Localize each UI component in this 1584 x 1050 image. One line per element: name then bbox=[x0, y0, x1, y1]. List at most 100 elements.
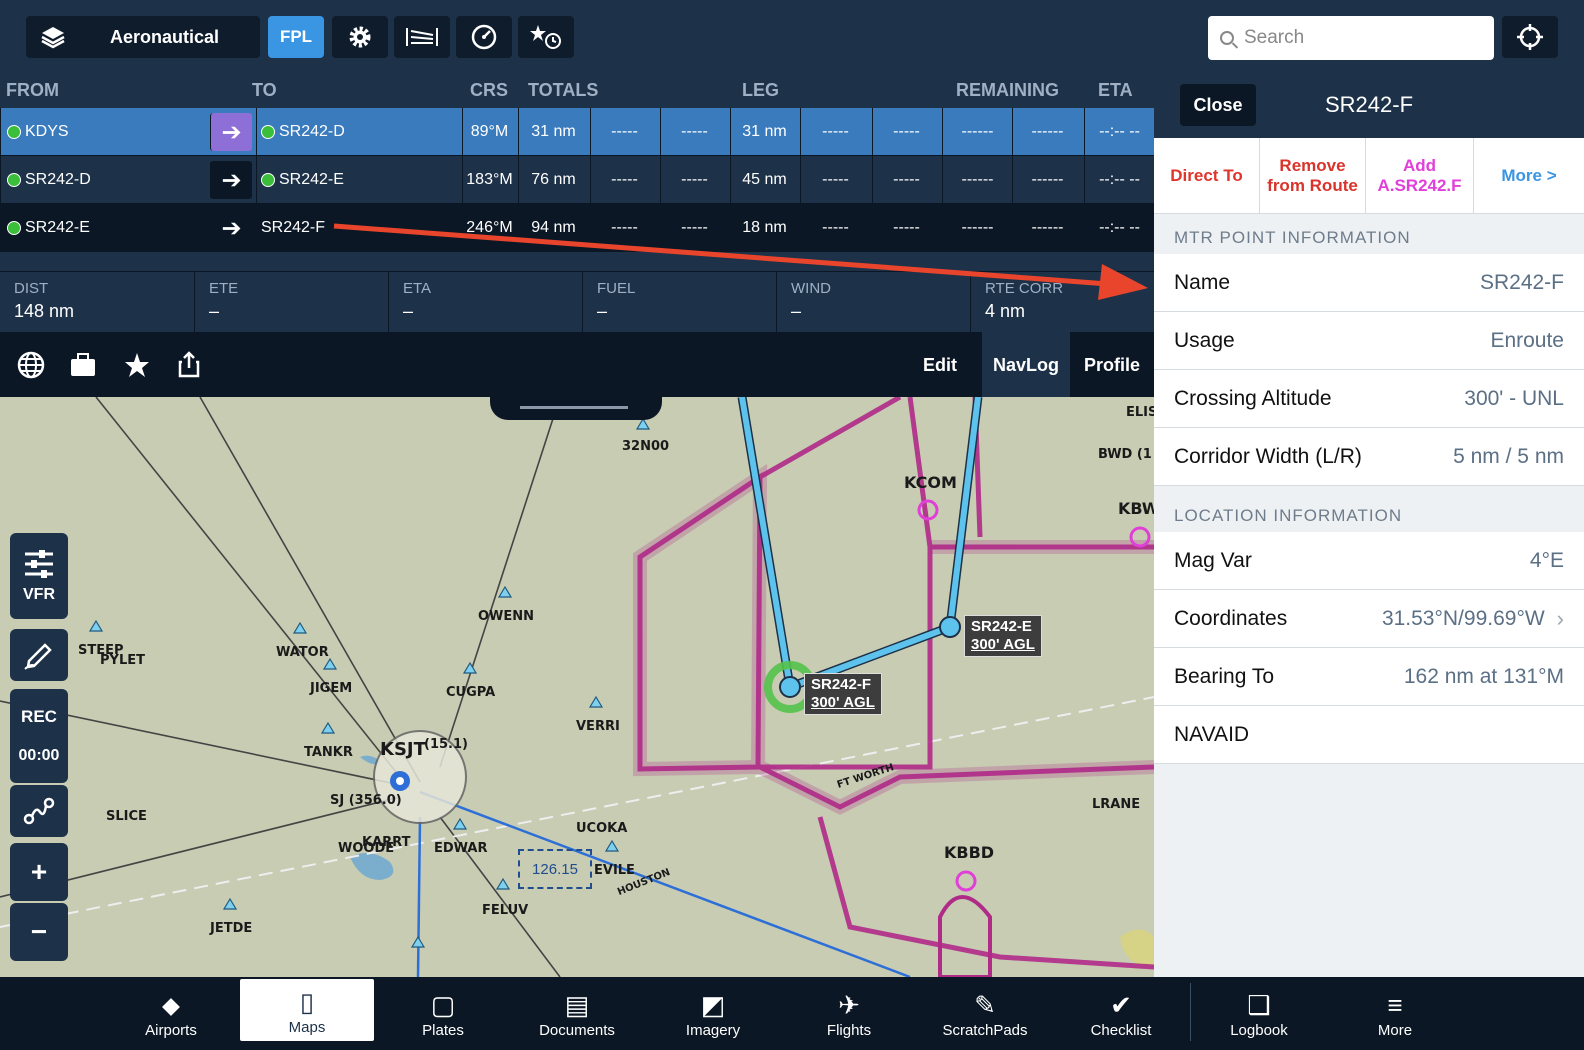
waypoint-tag-sr242-e[interactable]: SR242-E 300' AGL bbox=[964, 615, 1042, 657]
profile-tab[interactable]: Profile bbox=[1070, 332, 1154, 398]
tab-checklist[interactable]: ✔ Checklist bbox=[1054, 977, 1188, 1050]
star-clock-icon bbox=[530, 25, 561, 49]
zoom-in-button[interactable]: + bbox=[10, 843, 68, 901]
info-key: Crossing Altitude bbox=[1174, 386, 1332, 410]
tab-plates[interactable]: ▢ Plates bbox=[376, 977, 510, 1050]
cell-total: 31 nm bbox=[518, 108, 588, 155]
cell-c4: ----- bbox=[872, 156, 940, 203]
top-toolbar: Aeronautical FPL Search bbox=[0, 0, 1584, 72]
tab-documents[interactable]: ▤ Documents bbox=[510, 977, 644, 1050]
info-row-coordinates[interactable]: Coordinates 31.53°N/99.69°W › bbox=[1154, 590, 1584, 648]
cell-c2: ----- bbox=[660, 156, 728, 203]
layers-icon bbox=[41, 27, 65, 49]
stat-value: – bbox=[791, 301, 802, 321]
info-value: 162 nm at 131°M bbox=[1403, 664, 1564, 688]
map-settings-button[interactable]: VFR bbox=[10, 533, 68, 619]
map-label: KSJT bbox=[380, 739, 426, 760]
instruments-button[interactable] bbox=[456, 16, 512, 58]
arrow-right-icon[interactable]: ➔ bbox=[210, 209, 252, 247]
waypoint-tag-sr242-f[interactable]: SR242-F 300' AGL bbox=[804, 673, 882, 715]
flights-icon: ✈ bbox=[838, 990, 860, 1020]
sliders-icon bbox=[25, 550, 53, 578]
tag-name: SR242-F bbox=[811, 676, 872, 693]
tab-airports[interactable]: ⬥ Airports bbox=[104, 977, 238, 1050]
flight-plan-panel: FROM TO CRS TOTALS LEG REMAINING ETA KDY… bbox=[0, 72, 1154, 398]
map-label: CUGPA bbox=[446, 685, 496, 700]
stat-key: ETE bbox=[209, 280, 239, 297]
info-row-navaid: NAVAID bbox=[1154, 706, 1584, 764]
route-summary: DIST 148 nm ETE – ETA – FUEL – WIND – RTE CORR 4 nm bbox=[0, 272, 1154, 332]
fpl-button[interactable]: FPL bbox=[268, 16, 324, 58]
settings-button[interactable] bbox=[332, 16, 388, 58]
navlog-row[interactable]: SR242-E ➔ SR242-F 246°M 94 nm ----- ----- 18 nm… bbox=[0, 204, 1154, 252]
more-button[interactable]: More > bbox=[1474, 138, 1584, 214]
share-icon[interactable] bbox=[174, 350, 204, 380]
airports-icon: ⬥ bbox=[161, 990, 181, 1020]
from-label: SR242-E bbox=[25, 218, 90, 236]
cell-c2: ----- bbox=[660, 108, 728, 155]
cell-crs: 89°M bbox=[462, 108, 516, 155]
track-log-button[interactable]: REC 00:00 bbox=[10, 689, 68, 783]
route-icon bbox=[23, 797, 55, 825]
search-input[interactable]: Search bbox=[1208, 16, 1494, 60]
map-label: OWENN bbox=[478, 609, 535, 624]
tab-more[interactable]: ≡ More bbox=[1328, 977, 1462, 1050]
tab-logbook[interactable]: ❑ Logbook bbox=[1192, 977, 1326, 1050]
info-key: NAVAID bbox=[1174, 722, 1250, 746]
tab-label: Documents bbox=[539, 1022, 615, 1039]
frequency-box: 126.15 bbox=[518, 849, 592, 889]
stat-key: FUEL bbox=[597, 280, 636, 297]
edit-tab[interactable]: Edit bbox=[902, 332, 978, 398]
draw-button[interactable] bbox=[10, 629, 68, 681]
info-row-usage: Usage Enroute bbox=[1154, 312, 1584, 370]
briefcase-icon[interactable] bbox=[68, 350, 98, 380]
info-value: 4°E bbox=[1529, 548, 1564, 572]
map-layers-button[interactable]: Aeronautical bbox=[26, 16, 260, 58]
tab-flights[interactable]: ✈ Flights bbox=[782, 977, 916, 1050]
direct-to-button[interactable]: Direct To bbox=[1154, 138, 1260, 214]
procedure-advisor-button[interactable] bbox=[394, 16, 450, 58]
tab-scratchpads[interactable]: ✎ ScratchPads bbox=[918, 977, 1052, 1050]
zoom-out-button[interactable]: − bbox=[10, 903, 68, 961]
info-key: Mag Var bbox=[1174, 548, 1252, 572]
tab-maps[interactable]: ▯ Maps bbox=[240, 979, 374, 1041]
map-label: KCOM bbox=[904, 473, 957, 492]
map-label: TANKR bbox=[304, 745, 353, 760]
add-to-route-button[interactable]: Add A.SR242.F bbox=[1366, 138, 1474, 214]
tab-label: Airports bbox=[145, 1022, 197, 1039]
info-key: Name bbox=[1174, 270, 1231, 294]
cell-leg: 31 nm bbox=[730, 108, 798, 155]
search-placeholder: Search bbox=[1244, 27, 1305, 48]
map-label: KBBD bbox=[944, 843, 995, 862]
navlog-tab[interactable]: NavLog bbox=[982, 332, 1070, 398]
map-view[interactable]: 32N00 ELIS BWD (1 KCOM KBW OWENN STEEP P… bbox=[0, 397, 1154, 977]
arrow-right-icon[interactable]: ➔ bbox=[210, 161, 252, 199]
info-key: Coordinates bbox=[1174, 606, 1288, 630]
map-label: EVILE bbox=[594, 863, 635, 878]
close-button[interactable]: Close bbox=[1180, 84, 1256, 126]
col-from: FROM bbox=[6, 80, 59, 100]
to-cell: SR242-E bbox=[256, 156, 462, 203]
star-icon[interactable] bbox=[122, 350, 152, 380]
navlog-row-partial[interactable] bbox=[0, 252, 1154, 272]
navlog-row[interactable]: KDYS ➔ SR242-D 89°M 31 nm ----- ----- 31 nm ----… bbox=[0, 108, 1154, 156]
arrow-right-icon[interactable]: ➔ bbox=[210, 113, 252, 151]
col-totals: TOTALS bbox=[528, 80, 599, 100]
cell-c2: ----- bbox=[660, 204, 728, 251]
globe-icon[interactable] bbox=[16, 350, 46, 380]
tab-imagery[interactable]: ◩ Imagery bbox=[646, 977, 780, 1050]
chevron-right-icon: › bbox=[1556, 605, 1564, 631]
drawer-handle[interactable] bbox=[490, 384, 662, 420]
route-draw-button[interactable] bbox=[10, 785, 68, 837]
col-remaining: REMAINING bbox=[956, 80, 1059, 100]
cell-eta: --:-- -- bbox=[1084, 156, 1154, 203]
tag-alt: 300' AGL bbox=[971, 636, 1035, 653]
waypoint-info-panel: Close SR242-F Direct To Remove from Rout… bbox=[1154, 72, 1584, 977]
navlog-row[interactable]: SR242-D ➔ SR242-E 183°M 76 nm ----- ----- 45 nm… bbox=[0, 156, 1154, 204]
recents-button[interactable] bbox=[518, 16, 574, 58]
gauge-icon bbox=[471, 24, 497, 50]
locate-button[interactable] bbox=[1502, 16, 1558, 58]
info-key: Bearing To bbox=[1174, 664, 1275, 688]
cell-total: 94 nm bbox=[518, 204, 588, 251]
remove-from-route-button[interactable]: Remove from Route bbox=[1260, 138, 1366, 214]
